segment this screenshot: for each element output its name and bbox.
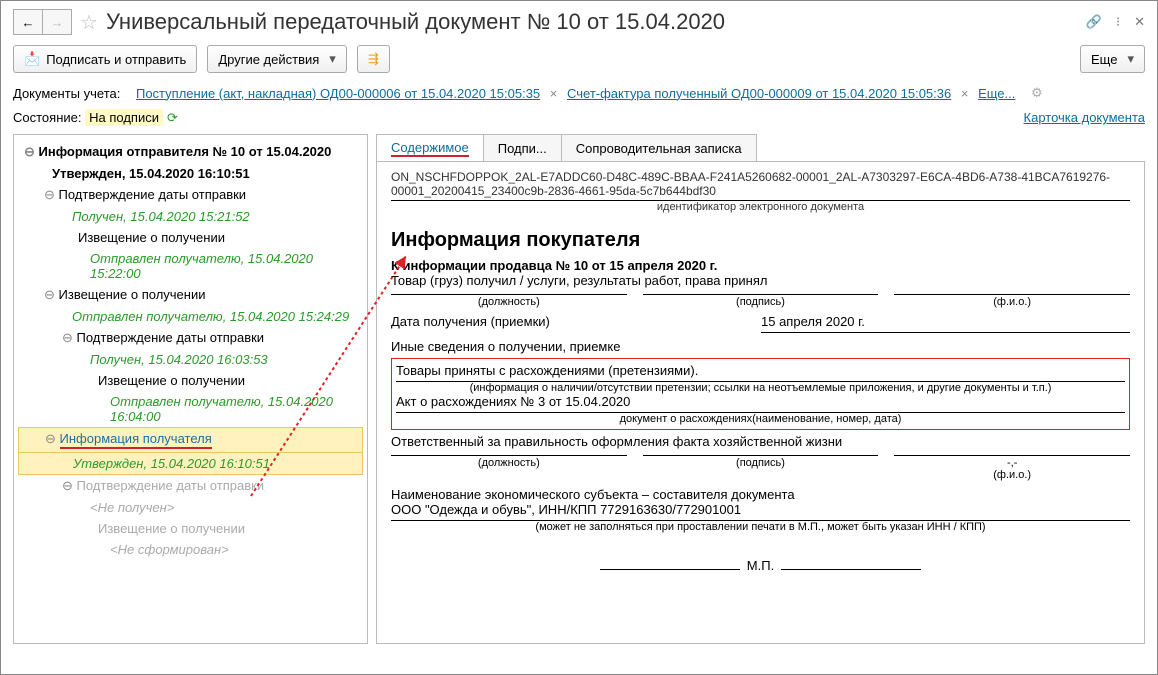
tree-status: Отправлен получателю, 15.04.2020 15:24:2… (18, 306, 363, 327)
document-content: ON_NSCHFDOPPOK_2AL-E7ADDC60-D48C-489C-BB… (376, 161, 1145, 644)
sig-signature: (подпись) (643, 455, 879, 481)
state-label: Состояние: (13, 110, 81, 125)
stamp-label: М.П. (747, 558, 774, 573)
sig-position: (должность) (391, 455, 627, 481)
sig-fio: -,-(ф.и.о.) (894, 455, 1130, 481)
favorite-icon[interactable]: ☆ (80, 10, 98, 35)
seller-ref: К информации продавца № 10 от 15 апреля … (391, 258, 1130, 273)
tree-node[interactable]: Извещение о получении (18, 284, 363, 306)
send-icon: 📩 (24, 51, 40, 67)
tree-root-status: Утвержден, 15.04.2020 16:10:51 (18, 163, 363, 184)
tab-cover-note[interactable]: Сопроводительная записка (561, 134, 757, 162)
tree-icon: ⇶ (368, 51, 379, 67)
remove-link-icon[interactable]: × (546, 86, 561, 101)
sig-position: (должность) (391, 294, 627, 308)
more-button[interactable]: Еще (1080, 45, 1145, 73)
state-value: На подписи (85, 109, 163, 126)
doc-link-invoice[interactable]: Счет-фактура полученный ОД00-000009 от 1… (567, 86, 951, 101)
tree-node[interactable]: Извещение о получении (18, 370, 363, 391)
structure-button[interactable]: ⇶ (357, 45, 390, 73)
entity-caption: (может не заполняться при проставлении п… (391, 521, 1130, 533)
responsible-label: Ответственный за правильность оформления… (391, 434, 1130, 449)
claims-box: Товары приняты с расхождениями (претензи… (391, 358, 1130, 430)
card-link[interactable]: Карточка документа (1024, 110, 1145, 125)
nav-fwd-button[interactable]: → (43, 9, 72, 35)
received-text: Товар (груз) получил / услуги, результат… (391, 273, 1130, 288)
claim-caption: (информация о наличии/отсутствии претенз… (396, 382, 1125, 394)
kebab-icon[interactable]: ⁝ (1116, 14, 1120, 30)
tree-status: Утвержден, 15.04.2020 16:10:51 (18, 453, 363, 475)
tree-status: Получен, 15.04.2020 15:21:52 (18, 206, 363, 227)
tree-status: Отправлен получателю, 15.04.2020 16:04:0… (18, 391, 363, 427)
receive-date-label: Дата получения (приемки) (391, 314, 721, 333)
tree-node[interactable]: Извещение о получении (18, 227, 363, 248)
tab-signatures[interactable]: Подпи... (483, 134, 562, 162)
tree-status: Получен, 15.04.2020 16:03:53 (18, 349, 363, 370)
act-caption: документ о расхождениях(наименование, но… (396, 413, 1125, 425)
tree-node-disabled: Извещение о получении (18, 518, 363, 539)
close-icon[interactable]: ✕ (1134, 14, 1145, 30)
receive-date-value: 15 апреля 2020 г. (761, 314, 1130, 333)
act-text: Акт о расхождениях № 3 от 15.04.2020 (396, 394, 1125, 413)
refresh-icon[interactable]: ⟳ (167, 110, 178, 126)
doc-link-more[interactable]: Еще... (978, 86, 1015, 101)
tree-root[interactable]: Информация отправителя № 10 от 15.04.202… (18, 141, 363, 163)
tree-node[interactable]: Подтверждение даты отправки (18, 327, 363, 349)
tree-status: <Не получен> (18, 497, 363, 518)
claim-text: Товары приняты с расхождениями (претензи… (396, 363, 1125, 382)
doc-link-receipt[interactable]: Поступление (акт, накладная) ОД00-000006… (136, 86, 540, 101)
other-actions-button[interactable]: Другие действия (207, 45, 347, 73)
tree-status: <Не сформирован> (18, 539, 363, 560)
page-title: Универсальный передаточный документ № 10… (106, 9, 725, 35)
document-id: ON_NSCHFDOPPOK_2AL-E7ADDC60-D48C-489C-BB… (391, 170, 1130, 201)
sig-signature: (подпись) (643, 294, 879, 308)
tree-status: Отправлен получателю, 15.04.2020 15:22:0… (18, 248, 363, 284)
sig-fio: (ф.и.о.) (894, 294, 1130, 308)
sign-send-button[interactable]: 📩 Подписать и отправить (13, 45, 197, 73)
tree-node-selected[interactable]: Информация получателя (18, 427, 363, 453)
tree-node-disabled: Подтверждение даты отправки (18, 475, 363, 497)
tab-content[interactable]: Содержимое (376, 134, 484, 162)
remove-link-icon[interactable]: × (957, 86, 972, 101)
buyer-info-heading: Информация покупателя (391, 229, 1130, 252)
document-id-caption: идентификатор электронного документа (391, 201, 1130, 213)
entity-label: Наименование экономического субъекта – с… (391, 487, 1130, 502)
docs-label: Документы учета: (13, 86, 120, 101)
link-icon[interactable]: 🔗 (1086, 14, 1102, 30)
tree-panel: Информация отправителя № 10 от 15.04.202… (13, 134, 368, 644)
other-info-label: Иные сведения о получении, приемке (391, 339, 1130, 354)
entity-value: ООО "Одежда и обувь", ИНН/КПП 7729163630… (391, 502, 1130, 521)
nav-back-button[interactable]: ← (13, 9, 43, 35)
gear-icon[interactable]: ⚙ (1031, 85, 1043, 101)
tree-node[interactable]: Подтверждение даты отправки (18, 184, 363, 206)
